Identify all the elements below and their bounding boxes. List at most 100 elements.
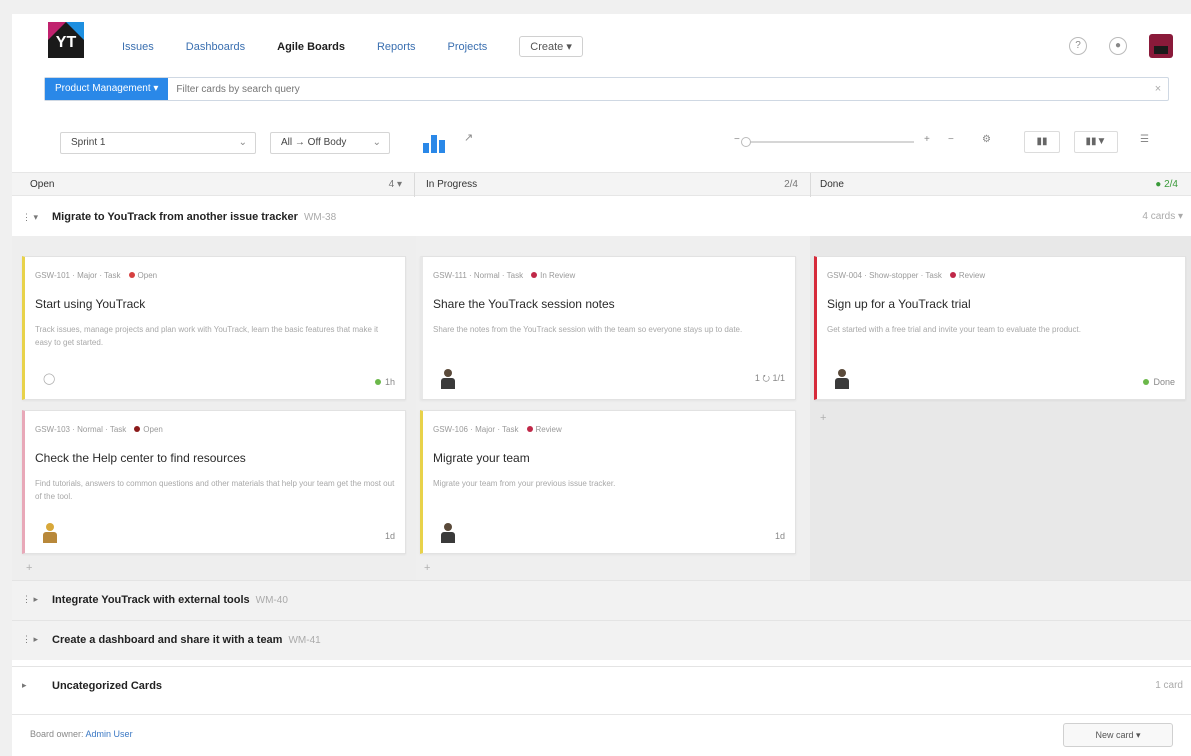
card-meta: GSW-004 · Show-stopper · Task Review <box>827 271 986 280</box>
card[interactable]: GSW-106 · Major · Task Review Migrate you… <box>420 410 796 554</box>
zoom-in-icon[interactable]: + <box>924 134 930 145</box>
state-dot <box>526 426 533 432</box>
card-estimate: 1h <box>374 377 395 387</box>
card[interactable]: GSW-111 · Normal · Task In Review Share t… <box>420 256 796 400</box>
card-title: Migrate your team <box>433 451 530 465</box>
view-toggle-2[interactable]: ▮▮▼ <box>1074 131 1118 153</box>
swimlane-card-count: 4 cards ▾ <box>1142 211 1183 222</box>
card-meta: GSW-111 · Normal · Task In Review <box>433 271 576 280</box>
collapse-icon[interactable]: − <box>948 134 954 145</box>
card-estimate: 1d <box>384 531 395 541</box>
add-card-button[interactable]: + <box>424 562 430 574</box>
new-card-button[interactable]: New card ▾ <box>1063 723 1173 747</box>
settings-icon[interactable]: ⚙ <box>982 134 991 145</box>
state-dot <box>531 272 538 278</box>
collapse-toggle-icon[interactable]: ⋮ ▸ <box>22 634 38 645</box>
chevron-down-icon: ⌄ <box>238 137 247 148</box>
card-description: Find tutorials, answers to common questi… <box>35 479 395 501</box>
card-title: Check the Help center to find resources <box>35 451 246 465</box>
notifications-icon[interactable]: ● <box>1109 37 1127 55</box>
card-meta: GSW-103 · Normal · Task Open <box>35 425 163 434</box>
add-assignee-icon[interactable]: ◯ <box>43 372 55 385</box>
swimlane-header: ⋮ ▾ Migrate to YouTrack from another iss… <box>12 202 1191 232</box>
assignee-avatar[interactable] <box>441 369 455 389</box>
swimlane-uncategorized: ▸ Uncategorized Cards 1 card <box>12 666 1191 706</box>
column-headers: Open 4 ▾ In Progress 2/4 Done ● 2/4 <box>12 172 1191 197</box>
card[interactable]: GSW-103 · Normal · Task Open Check the He… <box>22 410 406 554</box>
card-description: Share the notes from the YouTrack sessio… <box>433 325 743 334</box>
chevron-down-icon: ⌄ <box>372 137 381 148</box>
card-description: Get started with a free trial and invite… <box>827 325 1081 334</box>
swimlane-collapsed: ⋮ ▸ Create a dashboard and share it with… <box>12 620 1191 660</box>
swimlane-title[interactable]: Integrate YouTrack with external tools WM… <box>52 594 288 606</box>
assignee-avatar[interactable] <box>441 523 455 543</box>
assignee-avatar[interactable] <box>835 369 849 389</box>
nav-projects[interactable]: Projects <box>448 41 488 53</box>
state-dot <box>949 272 956 278</box>
sprint-label: Sprint 1 <box>71 137 106 148</box>
nav-menu: Issues Dashboards Agile Boards Reports P… <box>122 36 583 57</box>
youtrack-logo[interactable]: YT <box>48 22 84 58</box>
swimlane-title[interactable]: Migrate to YouTrack from another issue t… <box>52 202 336 233</box>
footer-text: Board owner: Admin User <box>30 729 133 739</box>
assignee-avatar[interactable] <box>43 523 57 543</box>
swimlane-body: GSW-101 · Major · Task Open Start using Y… <box>12 236 1191 584</box>
swimlane-title[interactable]: Create a dashboard and share it with a t… <box>52 634 321 646</box>
nav-dashboards[interactable]: Dashboards <box>186 41 245 53</box>
search-input[interactable] <box>168 79 1148 99</box>
collapse-toggle-icon[interactable]: ▸ <box>22 680 27 691</box>
card-estimate: 1 ⭮ 1/1 <box>754 373 785 383</box>
swimlane-title[interactable]: Uncategorized Cards <box>52 680 162 692</box>
card-estimate: 1d <box>774 531 785 541</box>
burndown-chart-icon[interactable] <box>421 131 447 153</box>
nav-agile-boards[interactable]: Agile Boards <box>277 41 345 53</box>
card-estimate: Done <box>1143 377 1175 387</box>
nav-issues[interactable]: Issues <box>122 41 154 53</box>
sprint-dropdown[interactable]: Sprint 1 ⌄ <box>60 132 256 154</box>
board-toolbar: Sprint 1 ⌄ All → Off Body ⌄ ↗ − + − ⚙ ▮▮… <box>44 129 1189 159</box>
card-title: Sign up for a YouTrack trial <box>827 297 971 311</box>
card-size-slider[interactable] <box>741 137 914 147</box>
group-dropdown[interactable]: All → Off Body ⌄ <box>270 132 390 154</box>
footer-link[interactable]: Admin User <box>86 729 133 739</box>
view-toggle-1[interactable]: ▮▮ <box>1024 131 1060 153</box>
add-card-button[interactable]: + <box>26 562 32 574</box>
swimlane-collapsed: ⋮ ▸ Integrate YouTrack with external too… <box>12 580 1191 620</box>
column-count: ● 2/4 <box>1155 179 1178 190</box>
expand-icon[interactable]: ↗ <box>464 131 473 144</box>
column-name: Done <box>820 179 844 190</box>
card-title: Share the YouTrack session notes <box>433 297 615 311</box>
board-menu-icon[interactable]: ☰ <box>1140 134 1149 145</box>
card-description: Migrate your team from your previous iss… <box>433 479 616 488</box>
create-dropdown[interactable]: Create ▾ <box>519 36 583 57</box>
board-selector[interactable]: Product Management ▾ <box>45 78 169 100</box>
card-meta: GSW-101 · Major · Task Open <box>35 271 158 280</box>
app-window: YT Issues Dashboards Agile Boards Report… <box>12 14 1191 756</box>
state-dot <box>128 272 135 278</box>
column-in-progress[interactable]: In Progress 2/4 <box>426 173 806 197</box>
top-navigation: YT Issues Dashboards Agile Boards Report… <box>12 14 1191 76</box>
column-open[interactable]: Open 4 ▾ <box>30 173 410 197</box>
state-dot <box>134 426 141 432</box>
card[interactable]: GSW-004 · Show-stopper · Task Review Sign… <box>814 256 1186 400</box>
group-label: All → Off Body <box>281 137 347 148</box>
user-avatar[interactable] <box>1149 34 1173 58</box>
column-name: Open <box>30 179 55 190</box>
card-description: Track issues, manage projects and plan w… <box>35 325 379 347</box>
column-count: 2/4 <box>784 179 798 190</box>
zoom-out-icon[interactable]: − <box>734 134 740 145</box>
add-card-button[interactable]: + <box>820 412 826 424</box>
help-icon[interactable]: ? <box>1069 37 1087 55</box>
collapse-toggle-icon[interactable]: ⋮ ▸ <box>22 594 38 605</box>
nav-reports[interactable]: Reports <box>377 41 416 53</box>
clear-search-icon[interactable]: × <box>1148 83 1168 95</box>
card[interactable]: GSW-101 · Major · Task Open Start using Y… <box>22 256 406 400</box>
card-meta: GSW-106 · Major · Task Review <box>433 425 562 434</box>
card-title: Start using YouTrack <box>35 297 146 311</box>
board-footer: Board owner: Admin User New card ▾ <box>12 714 1191 756</box>
swimlane-card-count: 1 card <box>1155 680 1183 691</box>
search-bar: Product Management ▾ × <box>44 77 1169 101</box>
column-done[interactable]: Done ● 2/4 <box>820 173 1186 197</box>
collapse-toggle-icon[interactable]: ⋮ ▾ <box>22 202 38 232</box>
column-name: In Progress <box>426 179 478 190</box>
